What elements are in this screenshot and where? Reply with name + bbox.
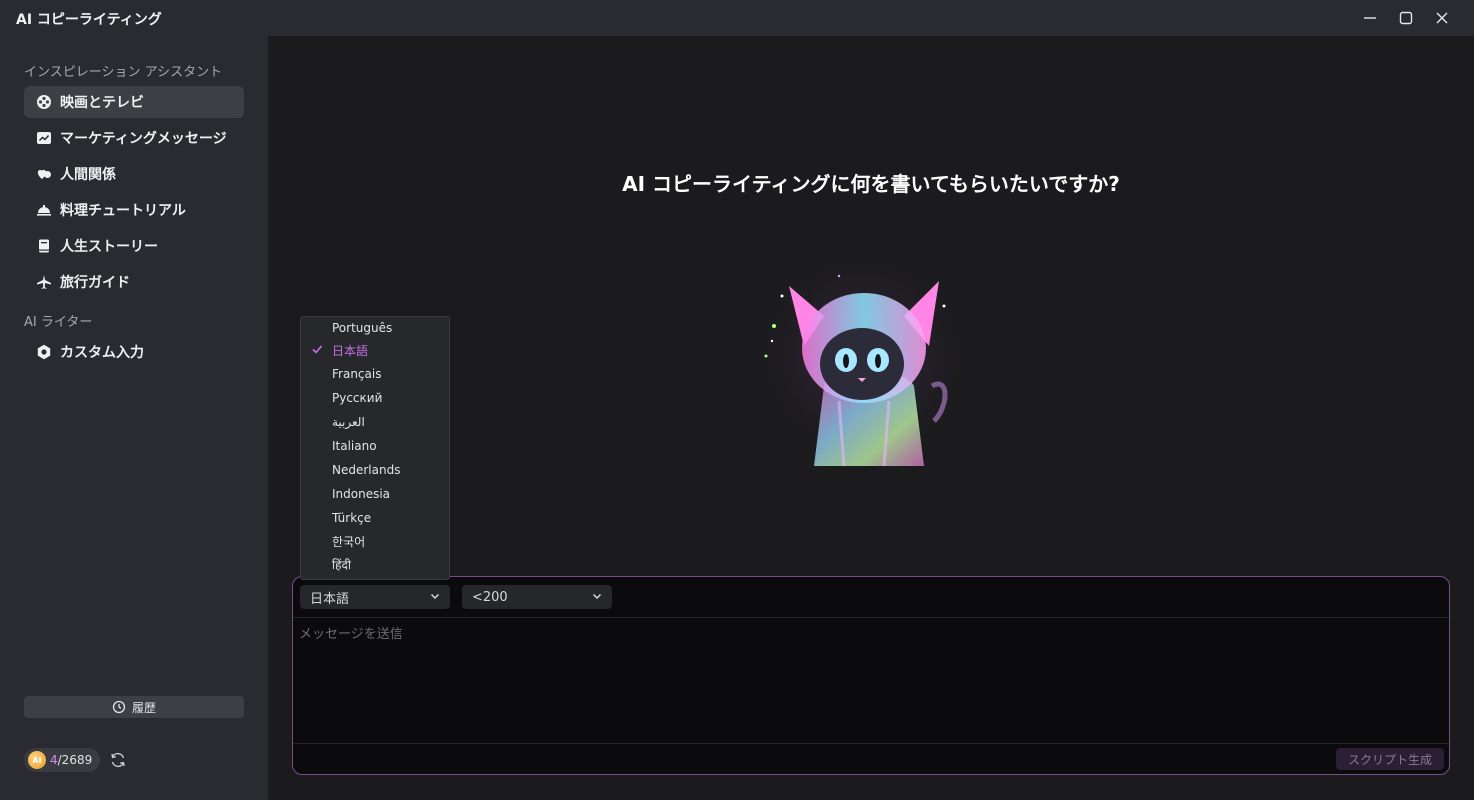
- language-option[interactable]: Indonesia: [301, 483, 449, 505]
- sidebar-item-label: カスタム入力: [60, 345, 144, 361]
- ai-coin-icon: AI: [28, 751, 46, 769]
- window-title: AI コピーライティング: [16, 12, 162, 28]
- credits-used: 4: [50, 753, 58, 767]
- language-select-value: 日本語: [310, 591, 350, 607]
- length-select-value: <200: [472, 589, 508, 605]
- minimize-icon: [1364, 17, 1376, 19]
- language-option[interactable]: Nederlands: [301, 459, 449, 481]
- length-select[interactable]: <200: [462, 585, 612, 609]
- sidebar-item-movies-tv[interactable]: 映画とテレビ: [24, 86, 244, 118]
- language-dropdown: Português 日本語 Français Русский العربية I…: [300, 316, 450, 580]
- language-option-label: 日本語: [332, 343, 369, 358]
- history-button[interactable]: 履歴: [24, 696, 244, 718]
- sidebar-item-label: マーケティングメッセージ: [60, 131, 227, 147]
- generate-script-button[interactable]: スクリプト生成: [1336, 748, 1444, 770]
- sidebar-item-life-story[interactable]: 人生ストーリー: [24, 230, 244, 262]
- history-icon: [112, 700, 126, 714]
- language-option[interactable]: Русский: [301, 387, 449, 409]
- sidebar-item-label: 人生ストーリー: [60, 239, 158, 255]
- gear-icon: [36, 344, 52, 360]
- minimize-button[interactable]: [1352, 4, 1388, 32]
- language-option[interactable]: Português: [301, 317, 449, 339]
- section-label-writer: AI ライター: [24, 315, 93, 330]
- language-option[interactable]: हिंदी: [301, 553, 449, 575]
- language-option[interactable]: Italiano: [301, 435, 449, 457]
- composer: 日本語 <200 スクリプト生成: [292, 576, 1450, 775]
- language-option[interactable]: العربية: [301, 411, 449, 433]
- message-input[interactable]: [299, 623, 1439, 733]
- divider: [293, 743, 1449, 744]
- chevron-down-icon: [430, 593, 440, 600]
- chevron-down-icon: [592, 593, 602, 600]
- credits-total: /2689: [57, 753, 93, 767]
- refresh-icon[interactable]: [108, 750, 128, 770]
- maximize-button[interactable]: [1388, 4, 1424, 32]
- sidebar-item-custom-input[interactable]: カスタム入力: [24, 336, 244, 368]
- sidebar-item-label: 映画とテレビ: [60, 95, 144, 111]
- credits-badge: AI 4/2689: [24, 748, 101, 772]
- sidebar-item-relationships[interactable]: 人間関係: [24, 158, 244, 190]
- airplane-icon: [36, 274, 52, 290]
- close-button[interactable]: [1424, 4, 1460, 32]
- language-option[interactable]: Türkçe: [301, 507, 449, 529]
- page-title: AI コピーライティングに何を書いてもらいたいですか?: [622, 172, 1120, 196]
- sidebar-item-label: 料理チュートリアル: [60, 203, 186, 219]
- language-option[interactable]: 한국어: [301, 530, 449, 552]
- close-icon: [1436, 12, 1448, 24]
- title-bar: AI コピーライティング: [0, 0, 1474, 36]
- checkmark-icon: [312, 345, 323, 354]
- sidebar-item-travel[interactable]: 旅行ガイド: [24, 266, 244, 298]
- sidebar-item-marketing[interactable]: マーケティングメッセージ: [24, 122, 244, 154]
- language-select[interactable]: 日本語: [300, 585, 450, 609]
- maximize-icon: [1399, 11, 1413, 25]
- language-option[interactable]: Français: [301, 363, 449, 385]
- section-label-inspiration: インスピレーション アシスタント: [24, 65, 223, 80]
- chart-trend-icon: [36, 130, 52, 146]
- hearts-icon: [36, 166, 52, 182]
- history-label: 履歴: [131, 700, 156, 715]
- serving-dish-icon: [36, 202, 52, 218]
- holographic-cat-illustration: [749, 241, 979, 471]
- film-reel-icon: [36, 94, 52, 110]
- sidebar: インスピレーション アシスタント 映画とテレビ マーケティングメッセージ 人間関…: [0, 36, 268, 800]
- sidebar-item-label: 旅行ガイド: [60, 275, 130, 291]
- divider: [293, 617, 1449, 618]
- sidebar-item-label: 人間関係: [60, 167, 116, 183]
- sidebar-item-cooking[interactable]: 料理チュートリアル: [24, 194, 244, 226]
- book-icon: [36, 238, 52, 254]
- language-option-selected[interactable]: 日本語: [301, 339, 449, 361]
